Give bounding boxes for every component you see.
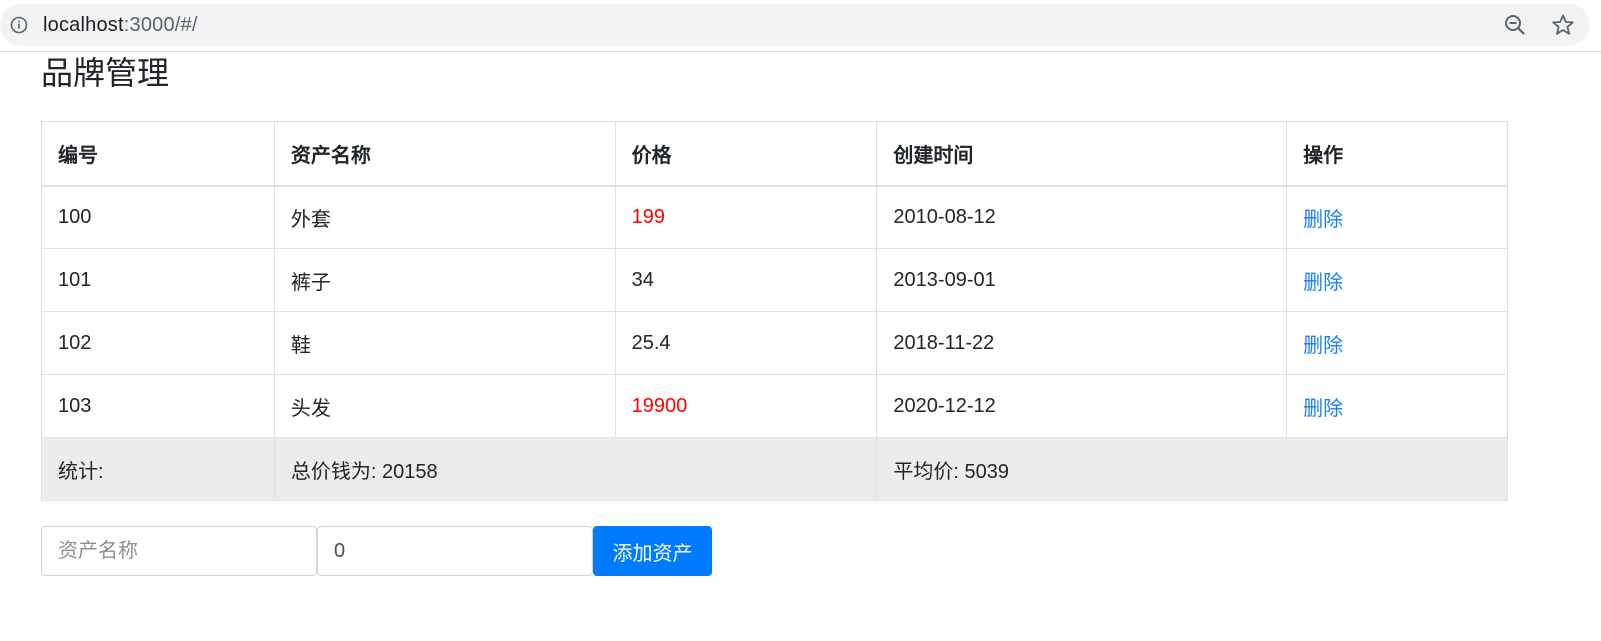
asset-name-input[interactable]	[41, 526, 317, 576]
delete-link[interactable]: 删除	[1303, 335, 1343, 357]
summary-average-price: 平均价: 5039	[876, 437, 1508, 501]
table-row: 100 外套 199 2010-08-12 删除	[41, 185, 1508, 249]
cell-id: 101	[41, 248, 275, 312]
bookmark-star-icon[interactable]	[1550, 12, 1576, 38]
cell-actions: 删除	[1286, 374, 1508, 438]
address-bar[interactable]: localhost:3000/#/	[0, 4, 1590, 46]
zoom-out-icon[interactable]	[1502, 12, 1528, 38]
cell-created-time: 2020-12-12	[876, 374, 1288, 438]
cell-created-time: 2018-11-22	[876, 311, 1288, 375]
header-actions: 操作	[1286, 121, 1508, 187]
header-asset-name: 资产名称	[273, 121, 616, 187]
summary-total-price: 总价钱为: 20158	[273, 437, 878, 501]
cell-asset-name: 头发	[273, 374, 616, 438]
cell-price: 34	[614, 248, 878, 312]
page-title: 品牌管理	[41, 55, 170, 91]
summary-label: 统计:	[41, 437, 275, 501]
table-row: 102 鞋 25.4 2018-11-22 删除	[41, 311, 1508, 375]
add-asset-form: 添加资产	[41, 526, 712, 576]
cell-actions: 删除	[1286, 248, 1508, 312]
cell-asset-name: 外套	[273, 185, 616, 249]
header-id: 编号	[41, 121, 275, 187]
cell-actions: 删除	[1286, 185, 1508, 249]
cell-created-time: 2013-09-01	[876, 248, 1288, 312]
add-asset-button[interactable]: 添加资产	[593, 526, 712, 576]
browser-toolbar: localhost:3000/#/	[0, 0, 1601, 52]
table-summary-row: 统计: 总价钱为: 20158 平均价: 5039	[41, 437, 1508, 501]
header-price: 价格	[614, 121, 878, 187]
cell-price: 25.4	[614, 311, 878, 375]
cell-price: 199	[614, 185, 878, 249]
url-text[interactable]: localhost:3000/#/	[43, 14, 198, 37]
url-host: localhost	[43, 13, 124, 36]
header-created-time: 创建时间	[876, 121, 1288, 187]
cell-id: 103	[41, 374, 275, 438]
table-header-row: 编号 资产名称 价格 创建时间 操作	[41, 121, 1508, 187]
delete-link[interactable]: 删除	[1303, 398, 1343, 420]
delete-link[interactable]: 删除	[1303, 272, 1343, 294]
cell-id: 100	[41, 185, 275, 249]
address-bar-actions	[1502, 4, 1576, 46]
table-row: 101 裤子 34 2013-09-01 删除	[41, 248, 1508, 312]
cell-created-time: 2010-08-12	[876, 185, 1288, 249]
asset-price-input[interactable]	[317, 526, 593, 576]
cell-asset-name: 裤子	[273, 248, 616, 312]
cell-price: 19900	[614, 374, 878, 438]
table-row: 103 头发 19900 2020-12-12 删除	[41, 374, 1508, 438]
info-icon[interactable]	[10, 16, 28, 34]
cell-actions: 删除	[1286, 311, 1508, 375]
asset-table: 编号 资产名称 价格 创建时间 操作 100 外套 199 2010-08-12…	[41, 121, 1508, 501]
cell-id: 102	[41, 311, 275, 375]
delete-link[interactable]: 删除	[1303, 209, 1343, 231]
cell-asset-name: 鞋	[273, 311, 616, 375]
url-path: :3000/#/	[123, 13, 198, 36]
